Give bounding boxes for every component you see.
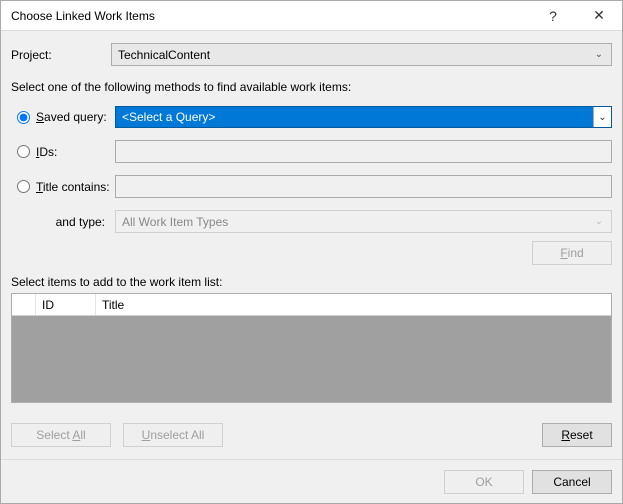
label-title-contains: Title contains: <box>36 180 110 194</box>
saved-query-dropdown[interactable]: <Select a Query> ⌄ <box>115 106 612 128</box>
column-id[interactable]: ID <box>36 294 96 315</box>
radio-saved-query[interactable] <box>17 111 30 124</box>
dialog-body: Project: TechnicalContent ⌄ Select one o… <box>1 31 622 459</box>
ok-button: OK <box>444 470 524 494</box>
select-all-button: Select All <box>11 423 111 447</box>
close-button[interactable]: ✕ <box>576 1 622 31</box>
project-label: Project: <box>11 48 111 62</box>
grid-body <box>12 316 611 402</box>
column-title[interactable]: Title <box>96 294 611 315</box>
label-ids: IDs: <box>36 145 57 159</box>
dialog-choose-linked-work-items: Choose Linked Work Items ? ✕ Project: Te… <box>0 0 623 504</box>
reset-button[interactable]: Reset <box>542 423 612 447</box>
grid-corner <box>12 294 36 315</box>
dialog-footer: OK Cancel <box>1 459 622 503</box>
work-item-type-value: All Work Item Types <box>122 215 228 229</box>
grid-instruction: Select items to add to the work item lis… <box>11 275 612 289</box>
ids-input <box>115 140 612 163</box>
radio-ids[interactable] <box>17 145 30 158</box>
work-item-type-dropdown: All Work Item Types ⌄ <box>115 210 612 233</box>
title-contains-input <box>115 175 612 198</box>
work-items-grid[interactable]: ID Title <box>11 293 612 403</box>
window-title: Choose Linked Work Items <box>11 9 530 23</box>
help-button[interactable]: ? <box>530 1 576 31</box>
project-dropdown[interactable]: TechnicalContent ⌄ <box>111 43 612 66</box>
saved-query-value: <Select a Query> <box>122 110 215 124</box>
label-saved-query: Saved query: <box>36 110 107 124</box>
find-button: Find <box>532 241 612 265</box>
and-type-label: and type: <box>56 215 105 229</box>
grid-header: ID Title <box>12 294 611 316</box>
radio-title-contains[interactable] <box>17 180 30 193</box>
project-value: TechnicalContent <box>118 48 210 62</box>
chevron-down-icon[interactable]: ⌄ <box>593 107 611 127</box>
unselect-all-button: Unselect All <box>123 423 223 447</box>
titlebar: Choose Linked Work Items ? ✕ <box>1 1 622 31</box>
method-instruction: Select one of the following methods to f… <box>11 80 612 94</box>
chevron-down-icon: ⌄ <box>595 49 603 60</box>
cancel-button[interactable]: Cancel <box>532 470 612 494</box>
chevron-down-icon: ⌄ <box>595 216 603 227</box>
